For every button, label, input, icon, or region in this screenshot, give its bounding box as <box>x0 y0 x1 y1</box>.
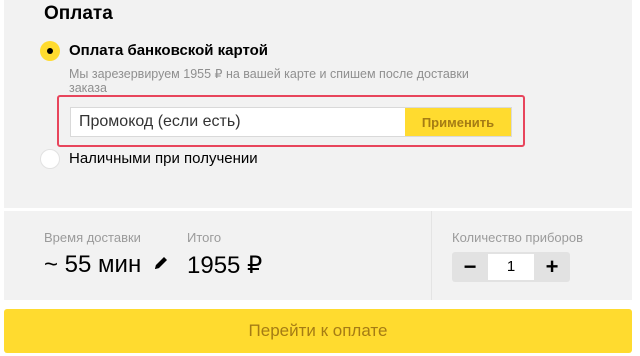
payment-title: Оплата <box>44 3 113 24</box>
cutlery-stepper: − 1 + <box>452 252 570 282</box>
proceed-to-payment-button[interactable]: Перейти к оплате <box>4 309 632 353</box>
promo-group: Применить <box>70 107 512 137</box>
radio-card[interactable] <box>40 41 60 61</box>
option-cash-label[interactable]: Наличными при получении <box>69 150 258 167</box>
cutlery-count-value: 1 <box>488 254 534 280</box>
radio-cash[interactable] <box>40 149 60 169</box>
option-card-note: Мы зарезервируем 1955 ₽ на вашей карте и… <box>69 67 469 95</box>
delivery-time-label: Время доставки <box>44 230 141 245</box>
summary-divider <box>431 211 432 300</box>
total-label: Итого <box>187 230 222 245</box>
promo-code-input[interactable] <box>71 108 405 136</box>
decrease-button[interactable]: − <box>452 252 488 282</box>
pencil-icon[interactable] <box>152 254 170 272</box>
total-value: 1955 ₽ <box>187 252 263 279</box>
apply-promo-button[interactable]: Применить <box>405 108 511 136</box>
option-card-label[interactable]: Оплата банковской картой <box>69 42 268 59</box>
increase-button[interactable]: + <box>534 252 570 282</box>
cutlery-count-label: Количество приборов <box>452 230 583 245</box>
delivery-time-value: ~ 55 мин <box>44 251 142 278</box>
